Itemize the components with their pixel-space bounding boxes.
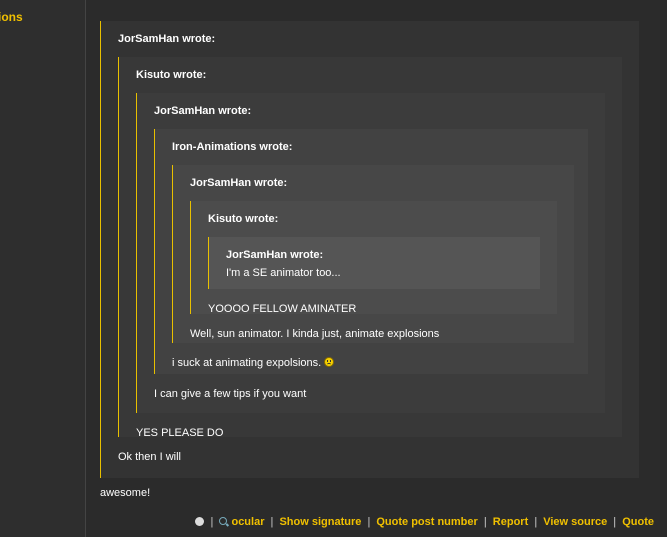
report-link[interactable]: Report — [493, 516, 528, 528]
separator: | — [367, 516, 371, 528]
quote-author: Iron-Animations wrote: — [172, 141, 293, 153]
quote-author: JorSamHan wrote: — [118, 33, 216, 45]
magnifier-icon[interactable] — [219, 517, 228, 525]
quote-message: YOOOO FELLOW AMINATER — [208, 303, 357, 315]
quote-level-4: JorSamHan wrote: Kisuto wrote: JorSamHan… — [172, 165, 574, 343]
quote-message: YES PLEASE DO — [136, 427, 224, 439]
separator: | — [534, 516, 538, 528]
forum-post: JorSamHan wrote: Kisuto wrote: JorSamHan… — [86, 0, 667, 537]
quote-level-2: JorSamHan wrote: Iron-Animations wrote: … — [136, 93, 605, 413]
sidebar: ions — [0, 0, 86, 537]
quote-level-1: Kisuto wrote: JorSamHan wrote: Iron-Anim… — [118, 57, 622, 439]
quote-level-3: Iron-Animations wrote: JorSamHan wrote: … — [154, 129, 588, 374]
quote-level-5: Kisuto wrote: JorSamHan wrote: I'm a SE … — [190, 201, 557, 315]
separator: | — [210, 516, 214, 528]
quote-message-row: i suck at animating expolsions. — [172, 356, 575, 370]
quote-author: JorSamHan wrote: — [154, 105, 252, 117]
quote-message: Ok then I will — [118, 451, 181, 463]
quote-message: Well, sun animator. I kinda just, animat… — [190, 328, 440, 340]
face-icon[interactable] — [195, 517, 205, 526]
quote-message: I can give a few tips if you want — [154, 388, 307, 400]
post-body: awesome! — [100, 487, 151, 499]
separator: | — [270, 516, 274, 528]
quote-author: Kisuto wrote: — [136, 69, 207, 81]
ocular-link[interactable]: ocular — [231, 516, 264, 528]
quote-message: i suck at animating expolsions. — [172, 357, 322, 369]
quote-link[interactable]: Quote — [622, 516, 654, 528]
sidebar-title[interactable]: ions — [0, 10, 23, 24]
quote-author: JorSamHan wrote: — [226, 249, 324, 261]
quote-post-number-link[interactable]: Quote post number — [376, 516, 477, 528]
post-footer: | ocular | Show signature | Quote post n… — [195, 516, 654, 528]
quote-level-0: JorSamHan wrote: Kisuto wrote: JorSamHan… — [100, 21, 639, 478]
quote-author: Kisuto wrote: — [208, 213, 279, 225]
quote-level-6: JorSamHan wrote: I'm a SE animator too..… — [208, 237, 540, 289]
quote-author: JorSamHan wrote: — [190, 177, 288, 189]
separator: | — [483, 516, 487, 528]
separator: | — [613, 516, 617, 528]
sad-smiley-icon — [324, 357, 335, 367]
view-source-link[interactable]: View source — [543, 516, 607, 528]
show-signature-link[interactable]: Show signature — [279, 516, 361, 528]
quote-message: I'm a SE animator too... — [226, 267, 341, 279]
